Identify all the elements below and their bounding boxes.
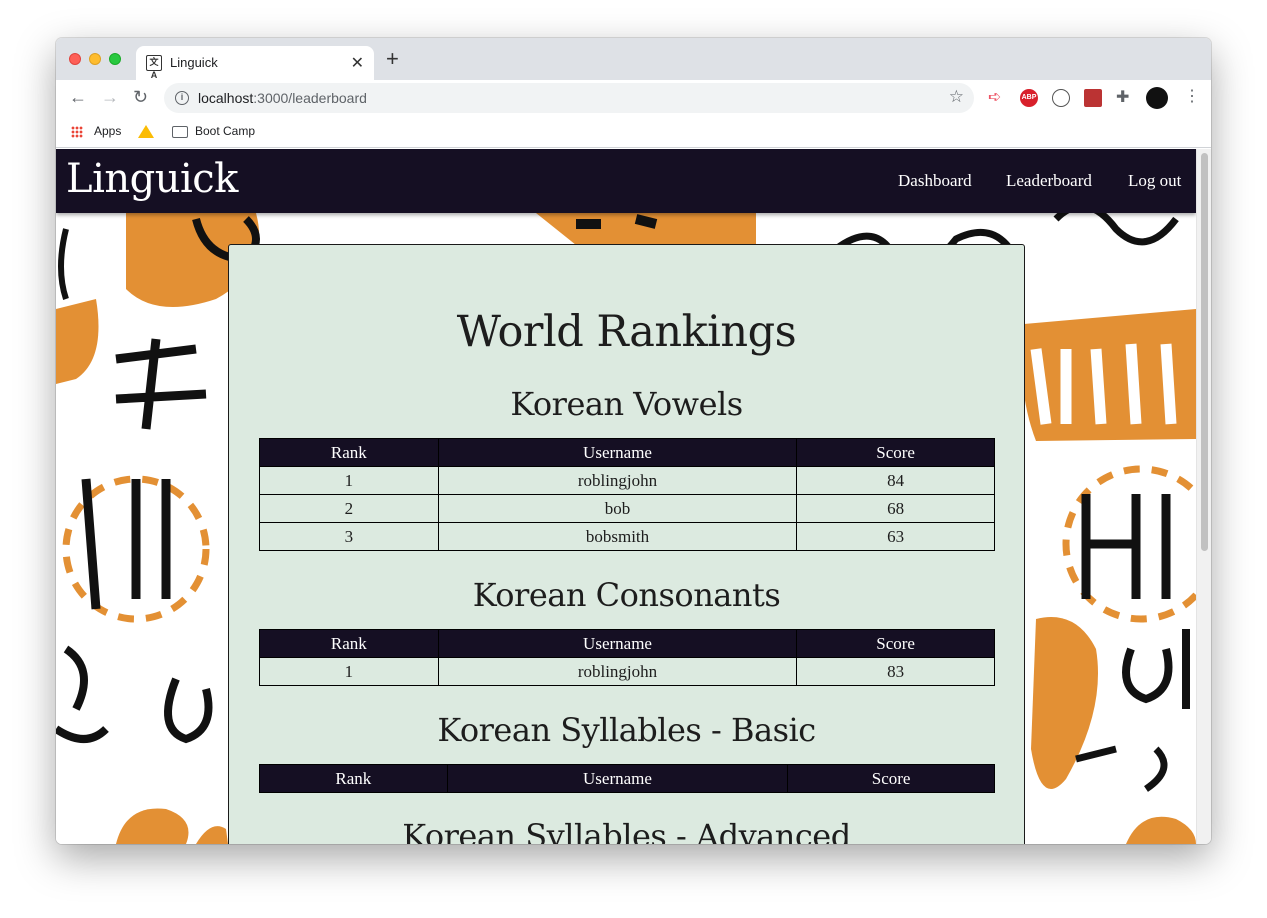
site-brand[interactable]: Linguick [66,156,238,202]
table-row: 1 roblingjohn 83 [259,657,995,686]
url-path: :3000/leaderboard [253,90,367,106]
column-header-rank: Rank [259,764,448,793]
rank-cell: 1 [259,657,439,686]
rank-cell: 3 [259,522,439,551]
nav-log-out[interactable]: Log out [1128,171,1181,191]
column-header-rank: Rank [259,438,439,467]
folder-icon [172,126,188,138]
browser-toolbar: ← → ↻ i localhost:3000/leaderboard ☆ ➪ A… [56,80,1211,116]
profile-avatar-icon[interactable] [1146,87,1168,109]
rank-table-korean-vowels: Rank Username Score 1 roblingjohn 84 2 b… [259,438,995,551]
table-row: 2 bob 68 [259,494,995,523]
column-header-score: Score [796,438,995,467]
table-header-row: Rank Username Score [259,764,995,793]
rankings-card: World Rankings Korean Vowels Rank Userna… [228,244,1025,844]
extension-circle-icon[interactable] [1052,89,1070,107]
reload-icon[interactable]: ↻ [133,87,148,107]
bookmark-star-icon[interactable]: ☆ [949,87,964,107]
maximize-window-button[interactable] [109,53,121,65]
username-cell: bob [437,494,798,523]
nav-dashboard[interactable]: Dashboard [898,171,972,191]
table-header-row: Rank Username Score [259,629,995,658]
close-tab-icon[interactable]: ✕ [351,53,364,73]
extensions-puzzle-icon[interactable]: ✚ [1116,89,1134,107]
column-header-username: Username [437,629,798,658]
tab-linguick[interactable]: 文A Linguick ✕ [136,46,374,80]
menu-kebab-icon[interactable]: ⋮ [1184,87,1200,107]
column-header-username: Username [446,764,789,793]
rank-cell: 2 [259,494,439,523]
extension-arrow-icon[interactable]: ➪ [988,89,1006,107]
browser-window: 文A Linguick ✕ + ← → ↻ i localhost:3000/l… [56,38,1211,844]
forward-icon[interactable]: → [101,87,119,107]
username-cell: roblingjohn [437,466,798,495]
table-row: 1 roblingjohn 84 [259,466,995,495]
score-cell: 68 [796,494,995,523]
page-scrollbar[interactable] [1196,149,1211,844]
page-viewport: Linguick Dashboard Leaderboard Log out W… [56,149,1196,844]
close-window-button[interactable] [69,53,81,65]
url-host: localhost [198,90,254,106]
username-cell: bobsmith [437,522,798,551]
section-title-korean-syllables-advanced: Korean Syllables - Advanced [402,817,851,844]
section-title-korean-syllables-basic: Korean Syllables - Basic [437,711,816,749]
extension-red-icon[interactable] [1084,89,1102,107]
info-icon[interactable]: i [175,91,189,105]
apps-grid-icon [71,126,83,138]
new-tab-button[interactable]: + [386,48,399,70]
table-header-row: Rank Username Score [259,438,995,467]
table-row: 3 bobsmith 63 [259,522,995,551]
minimize-window-button[interactable] [89,53,101,65]
bookmark-boot-camp[interactable]: Boot Camp [195,124,255,138]
rank-table-korean-consonants: Rank Username Score 1 roblingjohn 83 [259,629,995,686]
back-icon[interactable]: ← [69,87,87,107]
nav-leaderboard[interactable]: Leaderboard [1006,171,1092,191]
section-title-korean-vowels: Korean Vowels [510,385,743,423]
url-text[interactable]: localhost:3000/leaderboard [198,90,367,106]
column-header-score: Score [787,764,995,793]
page-title: World Rankings [456,307,797,357]
tab-strip: 文A Linguick ✕ + [56,38,1211,80]
address-bar[interactable]: i localhost:3000/leaderboard ☆ [164,83,974,113]
score-cell: 63 [796,522,995,551]
column-header-username: Username [437,438,798,467]
tab-title: Linguick [170,55,218,70]
translate-favicon-icon: 文A [146,55,162,80]
site-navbar: Linguick Dashboard Leaderboard Log out [56,149,1196,213]
column-header-score: Score [796,629,995,658]
google-drive-icon[interactable] [138,125,154,138]
bookmarks-bar: Apps Boot Camp [56,116,1211,148]
adblock-icon[interactable]: ABP [1020,89,1038,107]
column-header-rank: Rank [259,629,439,658]
username-cell: roblingjohn [437,657,798,686]
scrollbar-thumb[interactable] [1201,153,1208,551]
section-title-korean-consonants: Korean Consonants [472,576,781,614]
rank-cell: 1 [259,466,439,495]
rank-table-korean-syllables-basic: Rank Username Score [259,764,995,793]
score-cell: 84 [796,466,995,495]
bookmark-apps[interactable]: Apps [94,124,121,138]
score-cell: 83 [796,657,995,686]
